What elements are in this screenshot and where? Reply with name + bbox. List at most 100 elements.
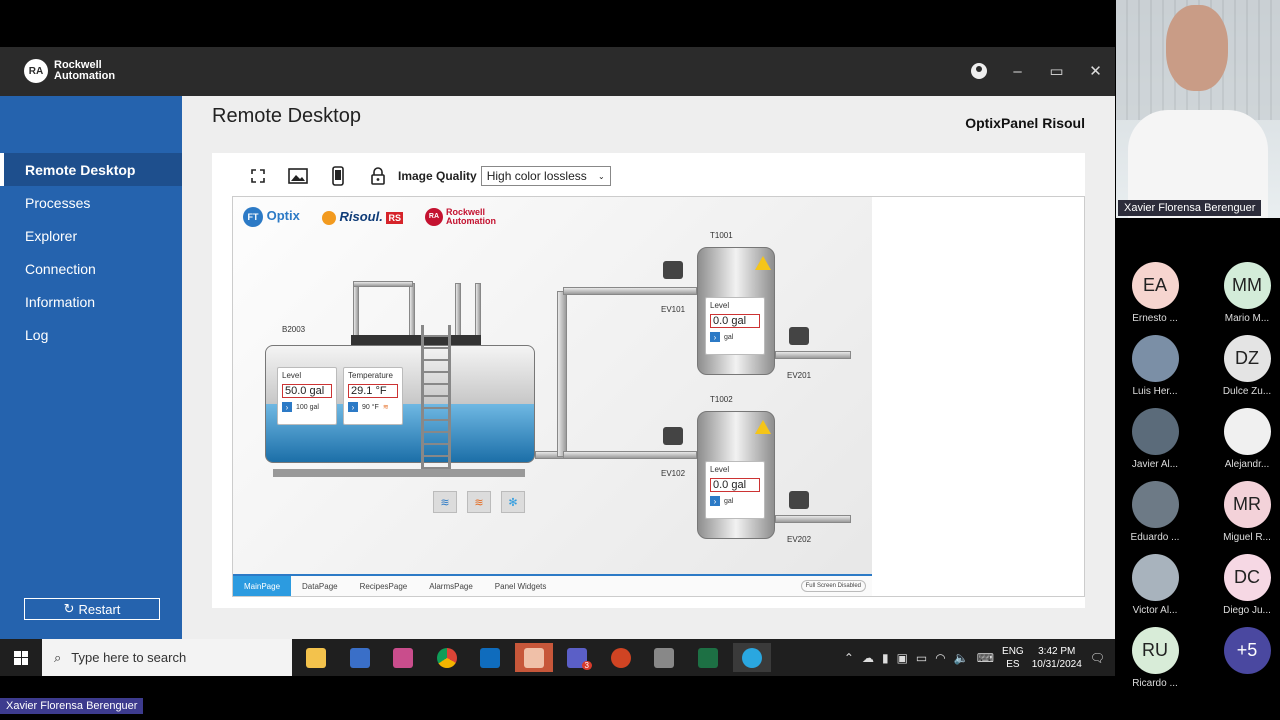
file-explorer-icon[interactable] (297, 643, 335, 672)
fullscreen-icon[interactable] (238, 163, 278, 189)
chevron-right-icon[interactable]: › (710, 496, 720, 506)
image-quality-value: High color lossless (486, 169, 587, 183)
participant-row: RU Ricardo ... +5 (1122, 627, 1280, 700)
remote-viewport[interactable]: FT Optix Risoul. RS RA Rockwell Automatio… (232, 196, 1085, 597)
system-tray: ⌃ ☁ ▮ ▣ ▭ ◠ 🔈 ⌨ ENG ES 3:42 PM 10/31/2024… (844, 639, 1115, 676)
clock[interactable]: 3:42 PM 10/31/2024 (1032, 645, 1082, 671)
mobile-view-icon[interactable] (318, 163, 358, 189)
participant-name: Victor Al... (1132, 605, 1178, 616)
participant-row: Eduardo ... MR Miguel R... (1122, 481, 1280, 554)
participant-name: Diego Ju... (1223, 605, 1271, 616)
restart-button[interactable]: ↻ Restart (24, 598, 160, 620)
participant-tile[interactable]: MM Mario M... (1214, 262, 1280, 335)
tank-b2003-level-box: Level 50.0 gal › 100 gal (277, 367, 337, 425)
nav-explorer[interactable]: Explorer (0, 219, 182, 252)
language-indicator[interactable]: ENG ES (1002, 645, 1024, 671)
participant-tile[interactable]: +5 (1214, 627, 1280, 700)
participant-tile[interactable]: EA Ernesto ... (1122, 262, 1188, 335)
nav-log[interactable]: Log (0, 318, 182, 351)
battery-icon[interactable]: ▭ (916, 651, 927, 665)
hmi-screen[interactable]: FT Optix Risoul. RS RA Rockwell Automatio… (233, 197, 872, 596)
speaker-name-tag: Xavier Florensa Berenguer (1118, 200, 1262, 216)
snipping-tool-icon[interactable] (384, 643, 422, 672)
participant-tile[interactable]: DZ Dulce Zu... (1214, 335, 1280, 408)
participant-tile[interactable]: RU Ricardo ... (1122, 627, 1188, 700)
lock-icon[interactable] (358, 163, 398, 189)
participant-tile[interactable]: Luis Her... (1122, 335, 1188, 408)
powerpoint-icon[interactable] (602, 643, 640, 672)
valve-ev101[interactable] (663, 261, 683, 279)
nav-information[interactable]: Information (0, 285, 182, 318)
remote-desktop-icon[interactable] (733, 643, 771, 672)
hmi-tab-datapage[interactable]: DataPage (291, 576, 349, 596)
chevron-right-icon[interactable]: › (348, 402, 358, 412)
pipe-riser (557, 291, 567, 457)
chevron-right-icon[interactable]: › (282, 402, 292, 412)
volume-icon[interactable]: 🔈 (954, 651, 969, 665)
tank-t1001-label: T1001 (710, 231, 733, 240)
nav-connection[interactable]: Connection (0, 252, 182, 285)
participant-name: Dulce Zu... (1222, 386, 1272, 397)
hmi-tab-mainpage[interactable]: MainPage (233, 576, 292, 596)
participant-avatar (1223, 408, 1271, 455)
hmi-tab-recipespage[interactable]: RecipesPage (349, 576, 419, 596)
clock-time: 3:42 PM (1038, 645, 1076, 657)
remote-toolbar: Image Quality High color lossless ⌄ (238, 163, 611, 189)
valve-ev102[interactable] (663, 427, 683, 445)
participant-avatar: MR (1223, 481, 1271, 528)
warning-icon (755, 420, 771, 434)
chevron-right-icon[interactable]: › (710, 332, 720, 342)
restore-button[interactable]: ▭ (1037, 59, 1076, 83)
clock-date: 10/31/2024 (1031, 658, 1082, 670)
hmi-tab-alarmspage[interactable]: AlarmsPage (418, 576, 484, 596)
close-button[interactable]: ✕ (1076, 59, 1115, 83)
participant-tile[interactable]: Eduardo ... (1122, 481, 1188, 554)
excel-icon[interactable] (689, 643, 727, 672)
image-quality-select[interactable]: High color lossless ⌄ (480, 166, 611, 186)
outlook-icon[interactable] (471, 643, 509, 672)
chevron-up-icon[interactable]: ⌃ (844, 651, 854, 665)
participant-tile[interactable]: DC Diego Ju... (1214, 554, 1280, 627)
screenshot-icon[interactable] (278, 163, 318, 189)
valve-ev202[interactable] (789, 491, 809, 509)
remote-app-icon[interactable] (341, 643, 379, 672)
participant-tile[interactable]: Alejandr... (1214, 408, 1280, 481)
tool-icon[interactable] (645, 643, 683, 672)
nav-remote-desktop[interactable]: Remote Desktop (0, 153, 182, 186)
heat-mode-button[interactable]: ≋ (467, 491, 491, 513)
wifi-icon[interactable]: ◠ (935, 651, 945, 665)
pipe-t1002-out (775, 515, 851, 523)
hmi-tab-panel-widgets[interactable]: Panel Widgets (484, 576, 558, 596)
participant-tile[interactable]: Javier Al... (1122, 408, 1188, 481)
teams-icon[interactable]: 3 (558, 643, 596, 672)
keyboard-icon[interactable]: ⌨ (977, 651, 994, 665)
rockwell-hmi-logo: RA Rockwell Automation (424, 208, 496, 226)
water-mode-button[interactable]: ≋ (433, 491, 457, 513)
valve-ev201[interactable] (789, 327, 809, 345)
participant-name: Javier Al... (1131, 459, 1179, 470)
participant-tile[interactable]: Victor Al... (1122, 554, 1188, 627)
heater-icon: ≋ (382, 404, 389, 411)
participant-tile[interactable]: MR Miguel R... (1214, 481, 1280, 554)
nav-processes[interactable]: Processes (0, 186, 182, 219)
cloud-icon[interactable]: ☁ (862, 651, 874, 665)
fullscreen-toggle[interactable]: Full Screen Disabled (800, 580, 866, 592)
usb-icon[interactable]: ▮ (882, 651, 889, 665)
ra-badge-icon: RA (24, 59, 48, 83)
monitor-icon[interactable]: ▣ (897, 651, 908, 665)
restart-icon: ↻ (63, 601, 75, 616)
cool-mode-button[interactable]: ✻ (501, 491, 525, 513)
tank-b2003-temp-box: Temperature 29.1 °F › 90 °F ≋ (343, 367, 403, 425)
participant-name: Ricardo ... (1132, 678, 1178, 689)
participant-row: EA Ernesto ... MM Mario M... (1122, 262, 1280, 335)
start-button[interactable] (0, 639, 42, 676)
optix-app-icon[interactable] (515, 643, 553, 672)
valve-ev101-label: EV101 (661, 305, 686, 314)
chrome-icon[interactable] (428, 643, 466, 672)
user-account-button[interactable] (959, 59, 998, 83)
minimize-button[interactable]: – (998, 59, 1037, 83)
rail-right (455, 283, 461, 339)
taskbar-search[interactable]: ⌕ Type here to search (42, 639, 292, 676)
notifications-icon[interactable]: 🗨 (1090, 651, 1105, 665)
brand-line2: Automation (54, 70, 116, 82)
